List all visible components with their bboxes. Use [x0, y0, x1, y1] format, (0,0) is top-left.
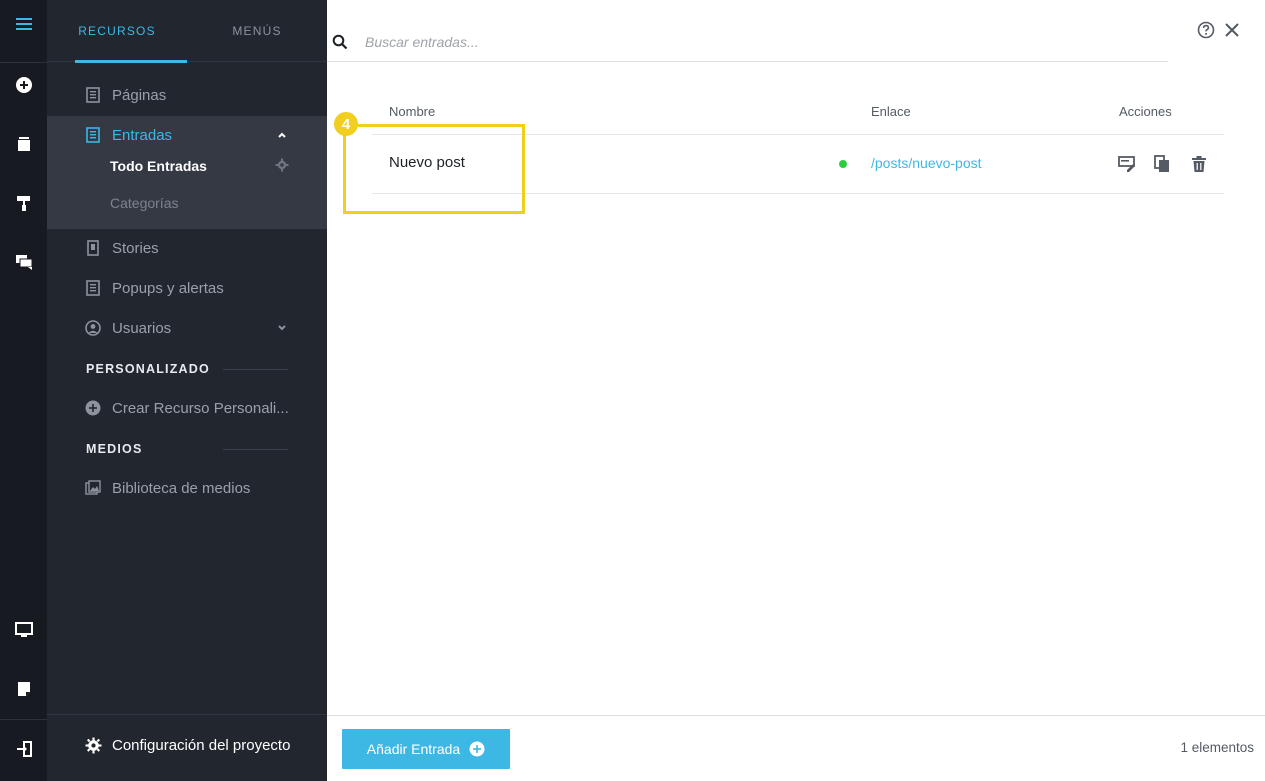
chevron-up-icon[interactable]: [276, 129, 288, 141]
desktop-preview-icon[interactable]: [0, 610, 47, 650]
sidebar-footer: Configuración del proyecto: [47, 714, 327, 781]
active-tab-indicator: [75, 60, 187, 63]
search-underline: [327, 61, 1168, 62]
paint-roller-icon[interactable]: [0, 183, 47, 223]
menu-icon[interactable]: [0, 4, 47, 44]
section-heading-personalizado: PERSONALIZADO: [86, 362, 210, 376]
sidebar-item-label: Biblioteca de medios: [112, 479, 251, 497]
delete-icon[interactable]: [1190, 155, 1208, 173]
comments-icon[interactable]: [0, 242, 47, 282]
sidebar-item-stories[interactable]: Stories: [47, 228, 327, 268]
add-circle-icon: [469, 741, 485, 757]
sidebar: RECURSOS MENÚS Páginas Entradas Todo Ent…: [47, 0, 327, 781]
story-icon: [85, 240, 101, 256]
sidebar-item-usuarios[interactable]: Usuarios: [47, 308, 327, 348]
chevron-down-icon[interactable]: [276, 322, 288, 334]
sidebar-subitem-todo-entradas[interactable]: Todo Entradas: [110, 158, 207, 174]
tab-recursos[interactable]: RECURSOS: [47, 0, 187, 62]
add-circle-icon: [85, 400, 101, 416]
logout-icon[interactable]: [0, 729, 47, 769]
sidebar-item-entradas[interactable]: Entradas: [47, 115, 327, 155]
sidebar-item-label: Entradas: [112, 126, 173, 144]
sidebar-tabs: RECURSOS MENÚS: [47, 0, 327, 63]
sidebar-item-biblioteca[interactable]: Biblioteca de medios: [47, 468, 327, 508]
user-circle-icon: [85, 320, 101, 336]
main-panel: Nombre Enlace Acciones Nuevo post /posts…: [327, 0, 1265, 781]
section-divider: [223, 369, 288, 370]
published-status-dot: [839, 160, 847, 168]
gear-icon: [85, 737, 102, 754]
gear-icon[interactable]: [275, 158, 289, 172]
duplicate-icon[interactable]: [1153, 155, 1171, 173]
column-header-acciones: Acciones: [1119, 104, 1172, 119]
page-icon: [85, 87, 101, 103]
tutorial-highlight-box: [343, 124, 525, 214]
sidebar-item-label: Usuarios: [112, 319, 172, 337]
section-heading-medios: MEDIOS: [86, 442, 143, 456]
main-footer: Añadir Entrada 1 elementos: [327, 715, 1265, 781]
rail-divider: [0, 719, 47, 720]
sidebar-item-label: Páginas: [112, 86, 167, 104]
project-settings-link[interactable]: Configuración del proyecto: [85, 737, 290, 754]
sidebar-item-label: Crear Recurso Personali...: [112, 399, 289, 417]
sidebar-item-paginas[interactable]: Páginas: [47, 75, 327, 115]
sidebar-subitem-categorias[interactable]: Categorías: [110, 195, 178, 211]
sidebar-item-label: Stories: [112, 239, 159, 257]
step-badge: 4: [334, 112, 358, 136]
close-icon[interactable]: [1223, 21, 1241, 39]
sidebar-item-crear-recurso[interactable]: Crear Recurso Personali...: [47, 388, 327, 428]
search-icon: [332, 34, 348, 50]
page-icon: [85, 127, 101, 143]
item-count: 1 elementos: [1180, 740, 1254, 755]
help-icon[interactable]: [1197, 21, 1215, 39]
add-entry-button[interactable]: Añadir Entrada: [342, 729, 510, 769]
image-library-icon: [85, 480, 101, 496]
project-settings-label: Configuración del proyecto: [112, 737, 291, 754]
pages-stack-icon[interactable]: [0, 124, 47, 164]
column-header-enlace: Enlace: [871, 104, 911, 119]
edit-icon[interactable]: [1118, 155, 1136, 173]
sidebar-item-popups[interactable]: Popups y alertas: [47, 268, 327, 308]
add-circle-icon[interactable]: [0, 65, 47, 105]
add-entry-label: Añadir Entrada: [366, 741, 461, 757]
note-icon[interactable]: [0, 669, 47, 709]
entry-link[interactable]: /posts/nuevo-post: [871, 155, 982, 171]
page-icon: [85, 280, 101, 296]
column-header-nombre[interactable]: Nombre: [389, 104, 435, 119]
section-divider: [223, 449, 288, 450]
rail-divider: [0, 62, 47, 63]
search-input[interactable]: [365, 26, 1165, 58]
tab-menus[interactable]: MENÚS: [187, 0, 327, 62]
sidebar-item-label: Popups y alertas: [112, 279, 224, 297]
icon-rail: [0, 0, 47, 781]
